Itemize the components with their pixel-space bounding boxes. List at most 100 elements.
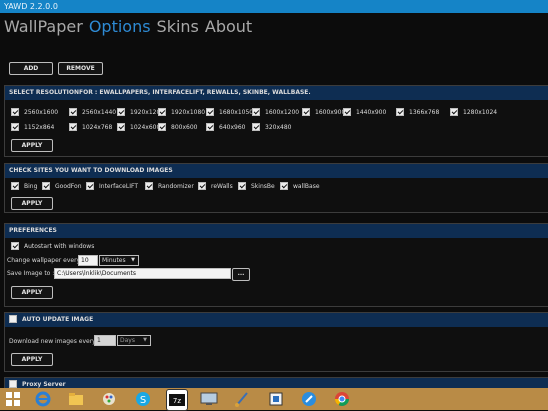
checkbox-icon[interactable] xyxy=(11,181,19,190)
res-checkbox[interactable]: 320x480 xyxy=(252,122,292,133)
res-checkbox[interactable]: 1920x1080 xyxy=(158,107,206,118)
res-label: 1366x768 xyxy=(409,109,440,116)
res-checkbox[interactable]: 1680x1050 xyxy=(206,107,254,118)
res-checkbox[interactable]: 640x960 xyxy=(206,122,246,133)
checkbox-icon[interactable] xyxy=(11,122,19,131)
proxy-checkbox[interactable] xyxy=(9,379,17,388)
site-checkbox[interactable]: reWalls xyxy=(198,181,233,192)
checkbox-icon[interactable] xyxy=(252,107,260,116)
checkbox-icon[interactable] xyxy=(69,107,77,116)
checkbox-icon[interactable] xyxy=(238,181,246,190)
checkbox-icon[interactable] xyxy=(11,107,19,116)
site-label: GoodFon xyxy=(55,183,82,190)
autostart-label: Autostart with windows xyxy=(24,243,95,250)
save-image-label: Save Image to : xyxy=(7,270,55,277)
download-interval-field[interactable]: 1 xyxy=(94,335,116,346)
preferences-heading: PREFERENCES xyxy=(5,224,548,238)
checkbox-icon[interactable] xyxy=(158,107,166,116)
res-checkbox[interactable]: 1024x768 xyxy=(69,122,112,133)
res-checkbox[interactable]: 1600x900 xyxy=(302,107,345,118)
save-path-field[interactable]: C:\Users\lnklik\Documents xyxy=(54,268,231,279)
checkbox-icon[interactable] xyxy=(42,181,50,190)
res-label: 1152x864 xyxy=(24,124,55,131)
checkbox-icon[interactable] xyxy=(11,241,19,250)
7zip-icon[interactable]: 7z xyxy=(166,389,188,411)
res-checkbox[interactable]: 2560x1440 xyxy=(69,107,116,118)
taskbar: S 7z xyxy=(0,388,548,411)
checkbox-icon[interactable] xyxy=(343,107,351,116)
remove-button[interactable]: REMOVE xyxy=(58,62,103,75)
file-explorer-icon[interactable] xyxy=(66,389,86,409)
paint-brush-icon[interactable] xyxy=(232,389,252,409)
change-interval-field[interactable]: 10 xyxy=(78,255,98,266)
res-checkbox[interactable]: 1152x864 xyxy=(11,122,55,133)
res-label: 800x600 xyxy=(171,124,198,131)
res-label: 640x960 xyxy=(219,124,246,131)
sites-apply-button[interactable]: APPLY xyxy=(11,197,53,210)
preferences-apply-button[interactable]: APPLY xyxy=(11,286,53,299)
res-checkbox[interactable]: 1366x768 xyxy=(396,107,440,118)
checkbox-icon[interactable] xyxy=(206,107,214,116)
resolution-heading: SELECT RESOLUTIONFOR : EWALLPAPERS, INTE… xyxy=(5,86,548,100)
auto-update-checkbox[interactable] xyxy=(9,314,17,323)
site-checkbox[interactable]: GoodFon xyxy=(42,181,82,192)
internet-explorer-icon[interactable] xyxy=(33,389,53,409)
auto-update-heading-bar: AUTO UPDATE IMAGE xyxy=(5,313,548,327)
site-checkbox[interactable]: Randomizer xyxy=(145,181,194,192)
feather-icon[interactable] xyxy=(299,389,319,409)
site-checkbox[interactable]: wallBase xyxy=(280,181,320,192)
res-checkbox[interactable]: 2560x1600 xyxy=(11,107,59,118)
checkbox-icon[interactable] xyxy=(302,107,310,116)
skype-icon[interactable]: S xyxy=(133,389,153,409)
chevron-down-icon: ▼ xyxy=(131,257,135,263)
remote-desktop-icon[interactable] xyxy=(199,389,219,409)
res-checkbox[interactable]: 1440x900 xyxy=(343,107,386,118)
tab-about[interactable]: About xyxy=(205,16,252,38)
change-unit-select[interactable]: Minutes ▼ xyxy=(99,255,139,266)
change-unit-value: Minutes xyxy=(102,257,126,264)
window-title: YAWD 2.2.0.0 xyxy=(0,0,548,13)
download-unit-select[interactable]: Days ▼ xyxy=(117,335,151,346)
checkbox-icon[interactable] xyxy=(117,107,125,116)
paint-icon[interactable] xyxy=(99,389,119,409)
browse-button[interactable]: ... xyxy=(232,268,250,281)
checkbox-icon[interactable] xyxy=(69,122,77,131)
installer-icon[interactable] xyxy=(266,389,286,409)
site-checkbox[interactable]: Bing xyxy=(11,181,37,192)
resolution-apply-button[interactable]: APPLY xyxy=(11,139,53,152)
site-checkbox[interactable]: SkinsBe xyxy=(238,181,275,192)
res-label: 1680x1050 xyxy=(219,109,254,116)
res-checkbox[interactable]: 800x600 xyxy=(158,122,198,133)
checkbox-icon[interactable] xyxy=(280,181,288,190)
checkbox-icon[interactable] xyxy=(252,122,260,131)
checkbox-icon[interactable] xyxy=(396,107,404,116)
res-label: 1280x1024 xyxy=(463,109,498,116)
res-checkbox[interactable]: 1600x1200 xyxy=(252,107,300,118)
proxy-heading: Proxy Server xyxy=(22,381,66,388)
checkbox-icon[interactable] xyxy=(145,181,153,190)
checkbox-icon[interactable] xyxy=(450,107,458,116)
autostart-checkbox[interactable]: Autostart with windows xyxy=(11,241,95,252)
res-checkbox[interactable]: 1280x1024 xyxy=(450,107,498,118)
res-label: 1920x1080 xyxy=(171,109,206,116)
checkbox-icon[interactable] xyxy=(198,181,206,190)
windows-start-icon[interactable] xyxy=(0,388,26,410)
auto-update-apply-button[interactable]: APPLY xyxy=(11,353,53,366)
resolution-section: SELECT RESOLUTIONFOR : EWALLPAPERS, INTE… xyxy=(4,85,548,157)
checkbox-icon[interactable] xyxy=(86,181,94,190)
tab-wallpaper[interactable]: WallPaper xyxy=(4,16,83,38)
tab-options[interactable]: Options xyxy=(89,16,151,38)
checkbox-icon[interactable] xyxy=(206,122,214,131)
res-label: 320x480 xyxy=(265,124,292,131)
add-button[interactable]: ADD xyxy=(9,62,53,75)
checkbox-icon[interactable] xyxy=(158,122,166,131)
res-label: 2560x1600 xyxy=(24,109,59,116)
res-label: 1600x1200 xyxy=(265,109,300,116)
chrome-icon[interactable] xyxy=(332,389,352,409)
tab-skins[interactable]: Skins xyxy=(157,16,199,38)
res-checkbox[interactable]: 1024x600 xyxy=(117,122,160,133)
options-panel[interactable]: ADD REMOVE SELECT RESOLUTIONFOR : EWALLP… xyxy=(0,40,548,388)
checkbox-icon[interactable] xyxy=(117,122,125,131)
site-checkbox[interactable]: InterfaceLIFT xyxy=(86,181,138,192)
proxy-section: Proxy Server xyxy=(4,377,548,388)
